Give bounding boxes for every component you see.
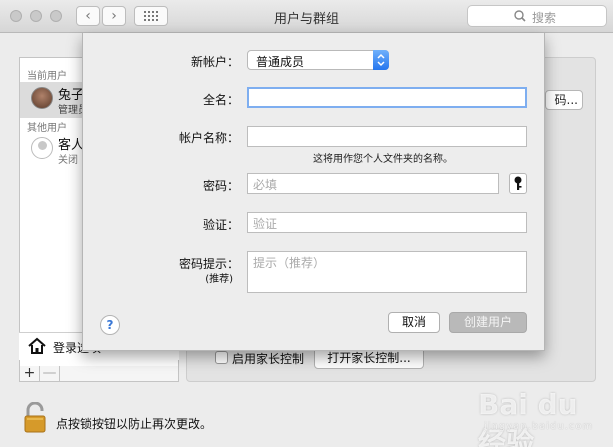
account-name-label: 帐户名称：: [178, 131, 239, 145]
password-placeholder: 必填: [253, 178, 278, 192]
password-field[interactable]: 必填: [247, 173, 499, 194]
add-remove-bar: + —: [19, 366, 179, 382]
watermark-logo: Bai du 经验: [478, 388, 578, 447]
cancel-button[interactable]: 取消: [388, 312, 440, 333]
help-button[interactable]: ?: [100, 315, 120, 335]
avatar: [31, 87, 53, 109]
parental-controls-checkbox[interactable]: [215, 351, 228, 364]
verify-label: 验证：: [202, 218, 239, 232]
verify-field[interactable]: 验证: [247, 212, 527, 233]
title-bar: ‹ › 用户与群组 搜索: [0, 0, 613, 33]
password-label: 密码：: [202, 179, 239, 193]
account-type-popup[interactable]: 普通成员: [247, 50, 389, 70]
remove-user-button[interactable]: —: [40, 366, 60, 381]
password-hint-sublabel: (推荐): [205, 274, 233, 285]
guest-avatar: [31, 137, 53, 159]
lock-hint-text: 点按锁按钮以防止再次更改。: [56, 417, 213, 431]
change-password-button[interactable]: 码...: [545, 90, 583, 110]
account-name-field[interactable]: [247, 126, 527, 147]
password-hint-placeholder: 提示（推荐）: [253, 256, 326, 270]
account-type-value: 普通成员: [256, 55, 305, 69]
account-name-hint: 这将用作您个人文件夹的名称。: [313, 154, 453, 165]
create-user-button[interactable]: 创建用户: [449, 312, 527, 333]
user-status: 关闭: [58, 155, 78, 166]
current-user-header: 当前用户: [27, 71, 67, 82]
parental-controls-label: 启用家长控制: [232, 352, 305, 366]
full-name-field[interactable]: [247, 87, 527, 108]
add-user-button[interactable]: +: [20, 366, 40, 381]
search-placeholder: 搜索: [532, 11, 557, 25]
full-name-label: 全名：: [202, 93, 239, 107]
password-hint-field[interactable]: 提示（推荐）: [247, 251, 527, 293]
verify-placeholder: 验证: [253, 217, 278, 231]
new-account-label: 新帐户：: [190, 55, 239, 69]
key-icon: [514, 176, 522, 190]
password-assistant-button[interactable]: [509, 173, 527, 194]
chevron-updown-icon: [373, 50, 389, 70]
house-icon: [28, 337, 46, 354]
new-account-sheet: 新帐户： 普通成员 全名： 帐户名称： 这将用作您个人文件夹的名称。 密码： 必…: [82, 33, 545, 351]
watermark-url: jingyan.baidu.com: [484, 421, 594, 432]
lock-icon[interactable]: [24, 402, 48, 434]
search-field[interactable]: 搜索: [467, 5, 607, 27]
search-icon: [514, 10, 526, 22]
